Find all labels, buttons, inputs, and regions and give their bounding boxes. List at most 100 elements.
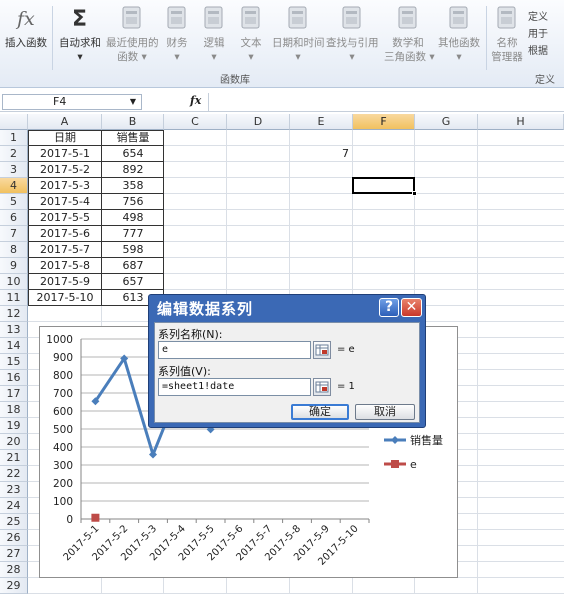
cell-date[interactable]: 2017-5-7 <box>28 242 102 258</box>
financial-icon <box>164 4 190 32</box>
ribbon: fx 插入函数 Σ 自动求和 ▾ 最近使用的 函数 ▾ 财务 ▾ 逻辑 ▾ 文本 ▾ 日期和时间 ▾ 查找与引… <box>0 0 564 88</box>
row-header[interactable]: 14 <box>0 338 28 354</box>
row-header[interactable]: 26 <box>0 530 28 546</box>
column-header[interactable]: D <box>227 114 290 130</box>
text-icon <box>238 4 264 32</box>
row-header[interactable]: 5 <box>0 194 28 210</box>
cell-sales[interactable]: 892 <box>102 162 164 178</box>
ribbon-button-5[interactable]: 文本 ▾ <box>236 4 266 64</box>
row-header[interactable]: 8 <box>0 242 28 258</box>
row-header[interactable]: 29 <box>0 578 28 594</box>
row-header[interactable]: 6 <box>0 210 28 226</box>
row-header[interactable]: 22 <box>0 466 28 482</box>
ribbon-button-10[interactable]: 名称 管理器 <box>490 4 524 64</box>
row-header[interactable]: 4 <box>0 178 28 194</box>
range-select-button[interactable] <box>313 341 331 359</box>
row-header[interactable]: 15 <box>0 354 28 370</box>
cell-header-date[interactable]: 日期 <box>28 130 102 146</box>
series-values-input[interactable]: =sheet1!date <box>158 378 311 396</box>
close-button[interactable]: ✕ <box>401 298 422 317</box>
row-header[interactable]: 20 <box>0 434 28 450</box>
row-header[interactable]: 10 <box>0 274 28 290</box>
column-header[interactable]: A <box>28 114 102 130</box>
ribbon-button-7[interactable]: 查找与引用 ▾ <box>326 4 379 64</box>
ribbon-button-9[interactable]: 其他函数 ▾ <box>436 4 482 64</box>
column-header[interactable]: G <box>415 114 478 130</box>
row-header[interactable]: 9 <box>0 258 28 274</box>
ribbon-button-3[interactable]: 财务 ▾ <box>162 4 192 64</box>
fill-handle[interactable] <box>412 191 417 196</box>
row-header[interactable]: 2 <box>0 146 28 162</box>
row-header[interactable]: 21 <box>0 450 28 466</box>
function-fx-icon: fx <box>13 4 39 32</box>
cell-header-sales[interactable]: 销售量 <box>102 130 164 146</box>
ribbon-button-6[interactable]: 日期和时间 ▾ <box>272 4 325 64</box>
row-header[interactable]: 12 <box>0 306 28 322</box>
column-header[interactable]: B <box>102 114 164 130</box>
cell-sales[interactable]: 498 <box>102 210 164 226</box>
name-box[interactable]: F4 ▼ <box>2 94 142 110</box>
more-functions-icon <box>446 4 472 32</box>
help-button[interactable]: ? <box>379 298 399 317</box>
cell-sales[interactable]: 358 <box>102 178 164 194</box>
insert-function-icon[interactable]: fx <box>190 94 201 107</box>
select-all-corner[interactable] <box>0 114 28 130</box>
column-header[interactable]: C <box>164 114 227 130</box>
cancel-button[interactable]: 取消 <box>355 404 415 420</box>
row-header[interactable]: 7 <box>0 226 28 242</box>
cell-sales[interactable]: 598 <box>102 242 164 258</box>
cell-date[interactable]: 2017-5-3 <box>28 178 102 194</box>
defined-names-item[interactable]: 用于 <box>528 25 548 40</box>
cell-date[interactable]: 2017-5-8 <box>28 258 102 274</box>
row-header[interactable]: 1 <box>0 130 28 146</box>
row-header[interactable]: 28 <box>0 562 28 578</box>
ribbon-button-2[interactable]: 最近使用的 函数 ▾ <box>106 4 159 64</box>
cell-e2[interactable]: 7 <box>290 146 353 162</box>
series-name-input[interactable]: e <box>158 341 311 359</box>
formula-bar: F4 ▼ fx <box>0 92 564 112</box>
chevron-down-icon[interactable]: ▼ <box>130 95 136 109</box>
dialog-title: 编辑数据系列 <box>157 300 254 318</box>
cell-sales[interactable]: 657 <box>102 274 164 290</box>
active-cell[interactable] <box>352 177 417 196</box>
cell-date[interactable]: 2017-5-4 <box>28 194 102 210</box>
cell-date[interactable]: 2017-5-2 <box>28 162 102 178</box>
row-header[interactable]: 27 <box>0 546 28 562</box>
row-header[interactable]: 17 <box>0 386 28 402</box>
ribbon-button-sublabel: ▾ <box>295 51 301 63</box>
cell-date[interactable]: 2017-5-1 <box>28 146 102 162</box>
row-header[interactable]: 24 <box>0 498 28 514</box>
column-header[interactable]: F <box>353 114 415 130</box>
ribbon-button-4[interactable]: 逻辑 ▾ <box>196 4 232 64</box>
cell-sales[interactable]: 654 <box>102 146 164 162</box>
range-select-button[interactable] <box>313 378 331 396</box>
row-header[interactable]: 11 <box>0 290 28 306</box>
column-header[interactable]: E <box>290 114 353 130</box>
cell-date[interactable]: 2017-5-10 <box>28 290 102 306</box>
cell-sales[interactable]: 777 <box>102 226 164 242</box>
row-header[interactable]: 19 <box>0 418 28 434</box>
column-header[interactable]: H <box>478 114 564 130</box>
cell-sales[interactable]: 687 <box>102 258 164 274</box>
cell-date[interactable]: 2017-5-6 <box>28 226 102 242</box>
defined-names-item[interactable]: 定义 <box>528 8 548 23</box>
cell-date[interactable]: 2017-5-5 <box>28 210 102 226</box>
row-header[interactable]: 18 <box>0 402 28 418</box>
series-values-label: 系列值(V): <box>158 365 211 378</box>
row-header[interactable]: 25 <box>0 514 28 530</box>
edit-series-dialog: 编辑数据系列 ? ✕ 系列名称(N): e = e 系列值(V): =sheet… <box>148 294 426 428</box>
ribbon-button-0[interactable]: fx 插入函数 <box>4 4 48 50</box>
formula-input[interactable] <box>208 93 562 111</box>
defined-names-item[interactable]: 根据 <box>528 42 548 57</box>
row-header[interactable]: 16 <box>0 370 28 386</box>
ribbon-button-8[interactable]: 数学和 三角函数 ▾ <box>384 4 435 64</box>
ok-button[interactable]: 确定 <box>291 404 349 420</box>
y-tick-label: 1000 <box>46 334 73 346</box>
y-tick-label: 0 <box>66 514 73 526</box>
ribbon-button-1[interactable]: Σ 自动求和 ▾ <box>57 4 103 64</box>
cell-date[interactable]: 2017-5-9 <box>28 274 102 290</box>
cell-sales[interactable]: 756 <box>102 194 164 210</box>
row-header[interactable]: 23 <box>0 482 28 498</box>
row-header[interactable]: 13 <box>0 322 28 338</box>
row-header[interactable]: 3 <box>0 162 28 178</box>
